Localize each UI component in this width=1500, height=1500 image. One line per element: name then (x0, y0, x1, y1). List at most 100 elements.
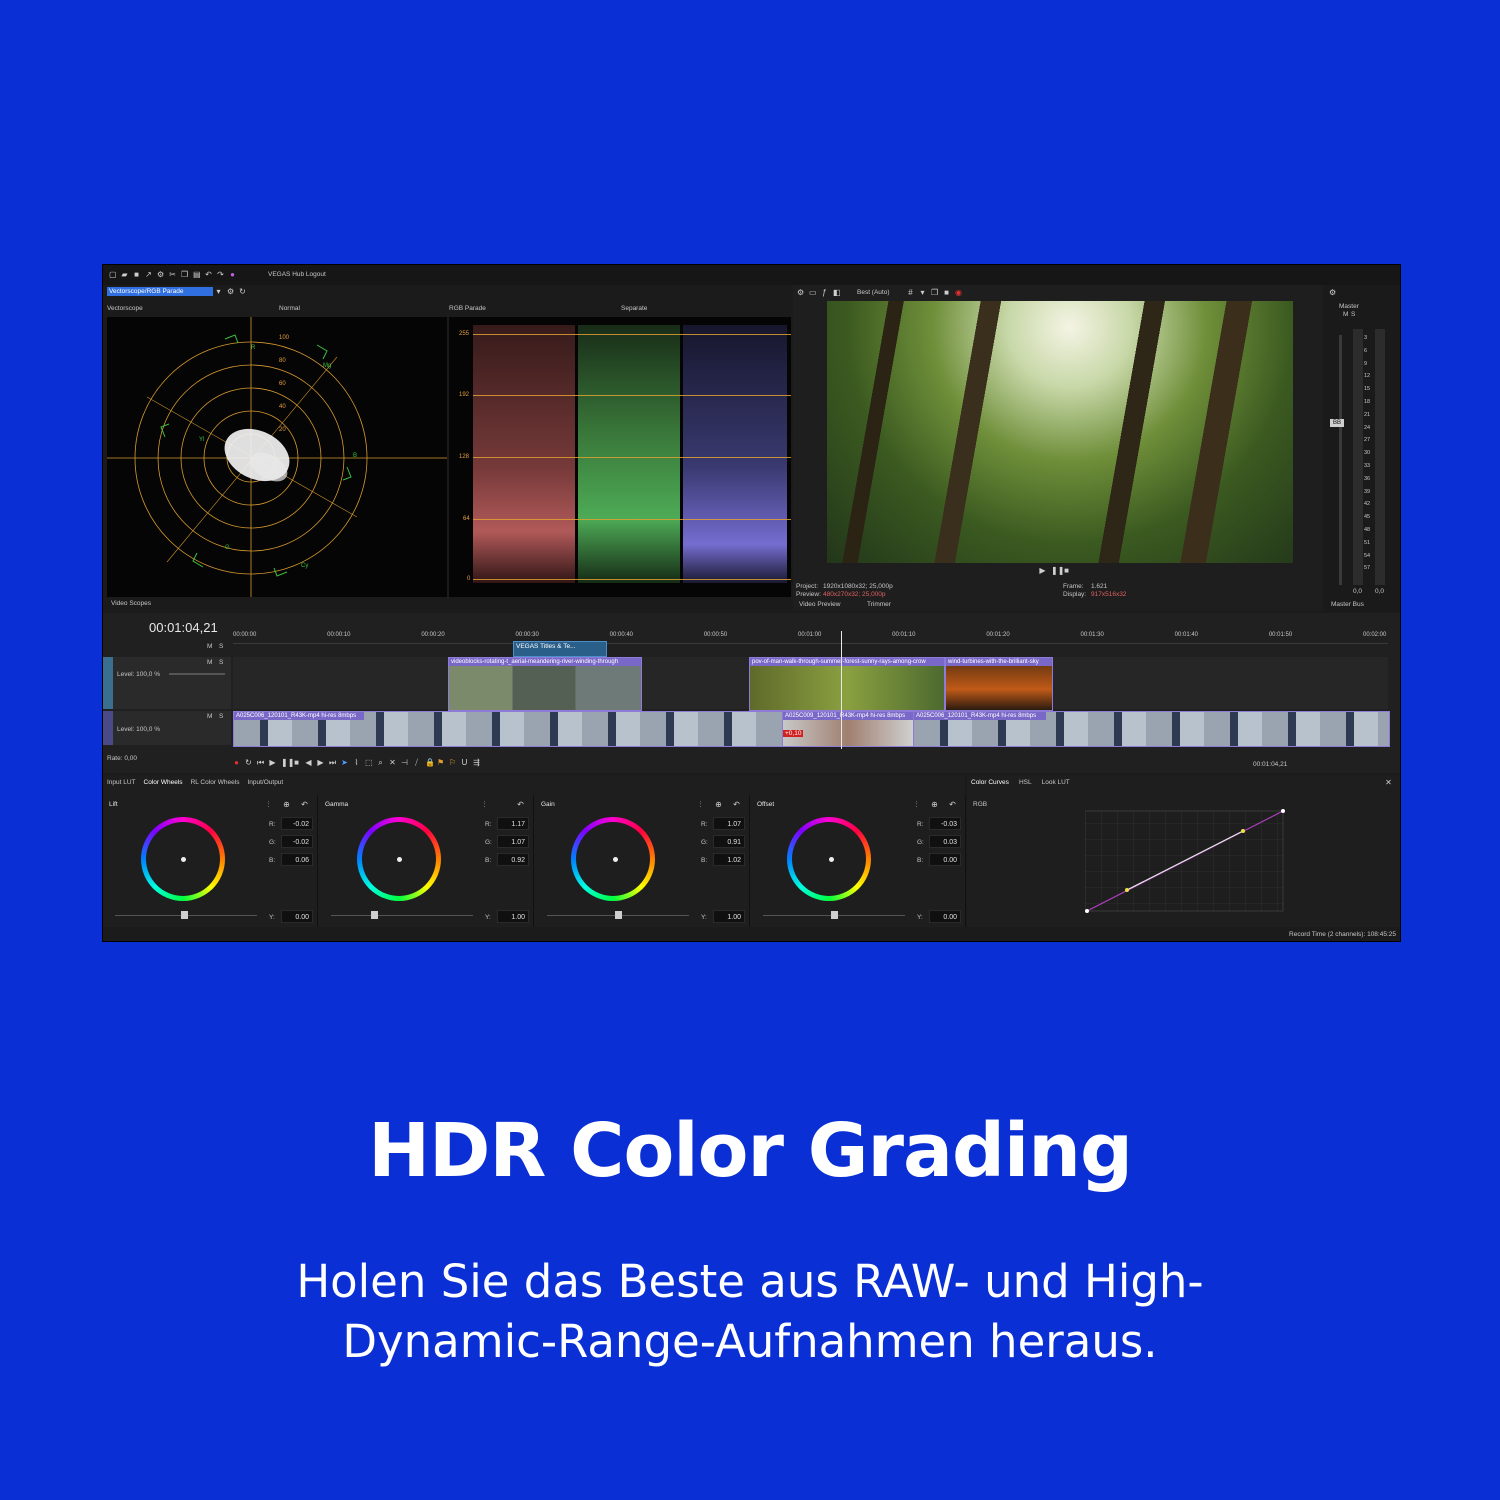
undo-icon[interactable]: ↶ (205, 271, 212, 279)
master-fader-handle[interactable]: BB (1330, 419, 1344, 427)
g-value-field[interactable]: 0.03 (929, 835, 961, 848)
scope-refresh-icon[interactable]: ↻ (239, 288, 246, 296)
tab-input-output[interactable]: Input/Output (247, 779, 283, 786)
b-value-field[interactable]: 0.06 (281, 853, 313, 866)
r-value-field[interactable]: -0.03 (929, 817, 961, 830)
tab-hsl[interactable]: HSL (1019, 779, 1032, 786)
b-value-field[interactable]: 1.02 (713, 853, 745, 866)
video-scopes-tab[interactable]: Video Scopes (111, 600, 151, 607)
rgb-curve-graph[interactable] (1085, 807, 1285, 915)
clip-interview-1[interactable]: A025C006_120101_R43K-mp4 hi-res 8mbps (233, 711, 783, 747)
b-value-field[interactable]: 0.00 (929, 853, 961, 866)
record-icon[interactable]: ● (233, 759, 240, 767)
vectorscope-mode-dropdown[interactable]: Normal (279, 305, 300, 312)
prev-frame-icon[interactable]: ◀ (305, 759, 312, 767)
reset-icon[interactable]: ↶ (949, 801, 956, 809)
export-icon[interactable]: ↗ (145, 271, 152, 279)
luma-slider-handle[interactable] (615, 911, 622, 919)
go-to-end-icon[interactable]: ⏭ (329, 759, 336, 767)
lock-icon[interactable]: 🔒 (425, 759, 435, 767)
g-value-field[interactable]: 0.91 (713, 835, 745, 848)
titles-clip[interactable]: VEGAS Titles & Te... (513, 641, 607, 657)
redo-icon[interactable]: ↷ (217, 271, 224, 279)
video-preview-tab[interactable]: Video Preview (799, 601, 840, 608)
track1-level-slider[interactable] (169, 673, 225, 675)
tab-color-curves[interactable]: Color Curves (971, 779, 1009, 786)
pause-icon[interactable]: ❚❚ (1051, 567, 1064, 575)
play-from-start-icon[interactable]: ⏮ (257, 759, 264, 767)
cut-icon[interactable]: ✂ (169, 271, 176, 279)
wheel-handle[interactable] (829, 857, 834, 862)
play-icon[interactable]: ▶ (269, 759, 276, 767)
r-value-field[interactable]: -0.02 (281, 817, 313, 830)
settings-gear-icon[interactable]: ⚙ (157, 271, 164, 279)
master-bus-tab[interactable]: Master Bus (1331, 601, 1364, 608)
clip-interview-3[interactable]: A025C006_120101_R43K-mp4 hi-res 8mbps (913, 711, 1390, 747)
next-frame-icon[interactable]: ▶ (317, 759, 324, 767)
luma-slider-handle[interactable] (181, 911, 188, 919)
luma-slider-track[interactable] (331, 915, 473, 916)
scope-settings-icon[interactable]: ⚙ (227, 288, 234, 296)
master-track-mute[interactable]: M (207, 643, 212, 650)
selection-tool-icon[interactable]: ⬚ (365, 759, 373, 767)
auto-ripple-icon[interactable]: ⇶ (473, 759, 480, 767)
track1-solo[interactable]: S (219, 659, 223, 666)
zoom-tool-icon[interactable]: ⌕ (377, 759, 384, 767)
track2-solo[interactable]: S (219, 713, 223, 720)
luma-slider-handle[interactable] (831, 911, 838, 919)
wheel-picker-icon[interactable]: ⊕ (283, 801, 290, 809)
master-settings-icon[interactable]: ⚙ (1329, 289, 1336, 297)
record-icon[interactable]: ◉ (955, 289, 962, 297)
save-snapshot-icon[interactable]: ■ (943, 289, 950, 297)
b-value-field[interactable]: 0.92 (497, 853, 529, 866)
hub-logout-link[interactable]: VEGAS Hub Logout (268, 271, 326, 278)
tab-color-wheels[interactable]: Color Wheels (144, 779, 183, 786)
track2-mute[interactable]: M (207, 713, 212, 720)
loop-icon[interactable]: ↻ (245, 759, 252, 767)
open-folder-icon[interactable]: ▰ (121, 271, 128, 279)
external-monitor-icon[interactable]: ▭ (809, 289, 817, 297)
envelope-tool-icon[interactable]: ⌇ (353, 759, 360, 767)
reset-icon[interactable]: ↶ (733, 801, 740, 809)
r-value-field[interactable]: 1.17 (497, 817, 529, 830)
tab-look-lut[interactable]: Look LUT (1042, 779, 1070, 786)
track1-mute[interactable]: M (207, 659, 212, 666)
clip-wind-turbines[interactable]: wind-turbines-with-the-brilliant-sky (945, 657, 1053, 711)
fx-icon[interactable]: ƒ (821, 289, 828, 297)
preview-quality-dropdown[interactable]: Best (Auto) (857, 289, 890, 296)
y-value-field[interactable]: 0.00 (281, 910, 313, 923)
playhead[interactable] (841, 631, 842, 749)
master-track-solo[interactable]: S (219, 643, 223, 650)
split-icon[interactable]: ⧸ (413, 759, 420, 767)
clip-aerial-river[interactable]: videoblocks-rotating-t_aerial-meandering… (448, 657, 642, 711)
preview-settings-icon[interactable]: ⚙ (797, 289, 804, 297)
wheel-picker-icon[interactable]: ⊕ (715, 801, 722, 809)
edit-tool-icon[interactable]: ➤ (341, 759, 348, 767)
stop-icon[interactable]: ■ (1063, 567, 1070, 575)
reset-icon[interactable]: ↶ (517, 801, 524, 809)
y-value-field[interactable]: 1.00 (497, 910, 529, 923)
pause-icon[interactable]: ❚❚ (281, 759, 294, 767)
delete-icon[interactable]: ✕ (389, 759, 396, 767)
wheel-sliders-icon[interactable]: ⫶ (265, 801, 272, 809)
tab-rl-color-wheels[interactable]: RL Color Wheels (191, 779, 240, 786)
wheel-sliders-icon[interactable]: ⫶ (913, 801, 920, 809)
y-value-field[interactable]: 1.00 (713, 910, 745, 923)
stop-icon[interactable]: ■ (293, 759, 300, 767)
copy-snapshot-icon[interactable]: ❐ (931, 289, 938, 297)
g-value-field[interactable]: 1.07 (497, 835, 529, 848)
split-screen-icon[interactable]: ◧ (833, 289, 841, 297)
marker-icon[interactable]: ⚑ (437, 759, 444, 767)
reset-icon[interactable]: ↶ (301, 801, 308, 809)
clip-interview-2[interactable]: A025C009_120101_R43K-mp4 hi-res 8mbps +0… (782, 711, 914, 747)
wheel-picker-icon[interactable]: ⊕ (931, 801, 938, 809)
parade-mode-dropdown[interactable]: Separate (621, 305, 647, 312)
tab-input-lut[interactable]: Input LUT (107, 779, 136, 786)
master-mute[interactable]: M (1343, 311, 1348, 318)
paste-icon[interactable]: ▤ (193, 271, 201, 279)
close-icon[interactable]: ✕ (1385, 779, 1392, 787)
trimmer-tab[interactable]: Trimmer (867, 601, 891, 608)
wheel-sliders-icon[interactable]: ⫶ (481, 801, 488, 809)
snapping-icon[interactable]: U (461, 759, 468, 767)
time-ruler[interactable]: 00:00:00 00:00:10 00:00:20 00:00:30 00:00:40… (233, 631, 1388, 644)
